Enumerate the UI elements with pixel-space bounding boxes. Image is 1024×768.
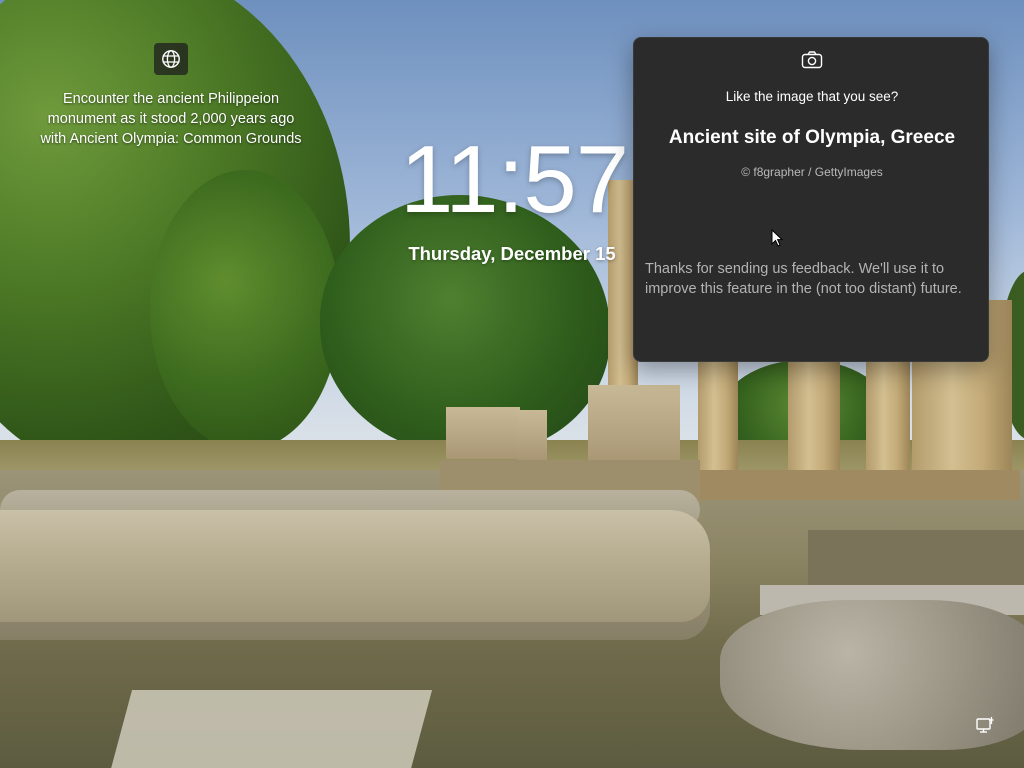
column [698, 362, 738, 472]
stone-block [446, 407, 520, 459]
tree [150, 170, 340, 450]
mouse-cursor-icon [771, 229, 783, 247]
network-icon [976, 717, 994, 733]
spotlight-globe-button[interactable] [154, 43, 188, 75]
image-credit: © f8grapher / GettyImages [741, 165, 883, 179]
spotlight-description[interactable]: Encounter the ancient Philippeion monume… [38, 89, 304, 149]
image-feedback-panel: Like the image that you see? Ancient sit… [633, 37, 989, 362]
camera-icon [800, 49, 824, 71]
feedback-thanks-message: Thanks for sending us feedback. We'll us… [645, 261, 962, 297]
column [866, 362, 910, 472]
feedback-prompt: Like the image that you see? [725, 89, 899, 104]
lockscreen-date: Thursday, December 15 [408, 243, 616, 264]
globe-icon [162, 50, 180, 68]
network-button[interactable] [976, 716, 994, 736]
stone-block [588, 385, 680, 463]
stone-ring [0, 510, 710, 640]
stone-path [107, 690, 433, 768]
stylobate [690, 470, 1020, 500]
lockscreen-time: 11:57 [400, 126, 629, 233]
column [788, 362, 840, 472]
image-title: Ancient site of Olympia, Greece [668, 127, 956, 148]
stone-block [517, 410, 547, 460]
